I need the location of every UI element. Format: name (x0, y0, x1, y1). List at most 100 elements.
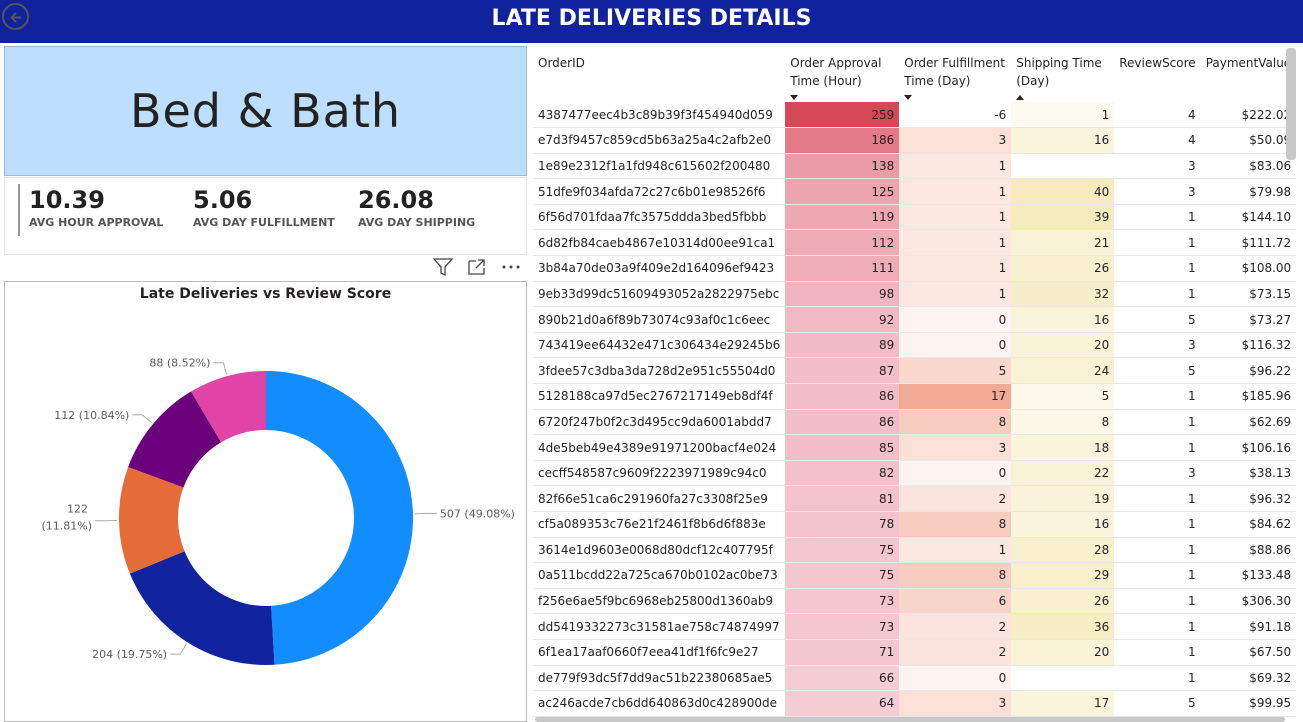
table-row[interactable]: 5128188ca97d5ec2767217149eb8df4f 86 17 5 1 $1… (533, 383, 1297, 410)
table-row[interactable]: e7d3f9457c859cd5b63a25a4c2afb2e0 186 3 16 4 $… (533, 127, 1297, 154)
table-row[interactable]: 51dfe9f034afda72c27c6b01e98526f6 125 1 40 3 $… (533, 178, 1297, 205)
payment-value-cell: $99.95 (1200, 690, 1297, 717)
fulfillment-time-cell: 8 (899, 409, 1012, 436)
approval-time-cell: 112 (785, 229, 900, 257)
shipping-time-cell: 26 (1011, 255, 1115, 282)
review-score-cell: 4 (1114, 102, 1201, 129)
table-row[interactable]: 4387477eec4b3c89b39f3f454940d059 259 -6 1 4 $… (533, 102, 1297, 129)
sort-descending-icon[interactable] (904, 95, 913, 100)
table-row[interactable]: 6d82fb84caeb4867e10314d00ee91ca1 112 1 21 1 $… (533, 229, 1297, 257)
order-id-cell: 1e89e2312f1a1fd948c615602f200480 (533, 153, 786, 180)
focus-mode-icon[interactable] (466, 257, 488, 277)
order-id-cell: e7d3f9457c859cd5b63a25a4c2afb2e0 (533, 127, 786, 154)
approval-time-cell: 81 (785, 485, 900, 512)
order-id-cell: cecff548587c9609f2223971989c94c0 (533, 460, 786, 487)
order-id-cell: 6d82fb84caeb4867e10314d00ee91ca1 (533, 229, 786, 257)
table-row[interactable]: 6f56d701fdaa7fc3575ddda3bed5fbbb 119 1 39 1 $… (533, 204, 1297, 231)
approval-time-cell: 73 (785, 613, 900, 640)
horizontal-scrollbar[interactable] (535, 717, 1285, 722)
fulfillment-time-cell: 0 (899, 332, 1012, 359)
column-header-label: Order Fulfillment Time (Day) (904, 56, 1005, 88)
donut-slice[interactable] (266, 371, 414, 665)
approval-time-cell: 92 (785, 306, 900, 333)
table-row[interactable]: 3b84a70de03a9f409e2d164096ef9423 111 1 26 1 $… (533, 255, 1297, 282)
more-options-icon[interactable] (500, 257, 522, 277)
payment-value-cell: $144.10 (1200, 204, 1297, 231)
table-row[interactable]: 890b21d0a6f89b73074c93af0c1c6eec 92 0 16 5 $7… (533, 306, 1297, 333)
table-row[interactable]: 6f1ea17aaf0660f7eea41df1f6fc9e27 71 2 20 1 $6… (533, 639, 1297, 666)
order-id-cell: 6f1ea17aaf0660f7eea41df1f6fc9e27 (533, 639, 786, 666)
approval-time-cell: 75 (785, 562, 900, 589)
filter-icon[interactable] (432, 257, 454, 277)
payment-value-cell: $67.50 (1200, 639, 1297, 666)
shipping-time-cell: 22 (1011, 460, 1115, 487)
approval-time-cell: 87 (785, 357, 900, 385)
approval-time-cell: 125 (785, 178, 900, 205)
shipping-time-cell: 28 (1011, 537, 1115, 564)
approval-time-cell: 75 (785, 537, 900, 564)
table-row[interactable]: ac246acde7cb6dd640863d0c428900de 64 3 17 5 $9… (533, 690, 1297, 717)
payment-value-cell: $84.62 (1200, 511, 1297, 538)
table-row[interactable]: cf5a089353c76e21f2461f8b6d6f883e 78 8 16 1 $8… (533, 511, 1297, 538)
fulfillment-time-cell: 8 (899, 562, 1012, 589)
order-id-cell: 82f66e51ca6c291960fa27c3308f25e9 (533, 485, 786, 512)
details-table-container: OrderID Order Approval Time (Hour) Order F… (529, 44, 1303, 722)
shipping-time-cell (1011, 665, 1115, 692)
column-header[interactable]: Order Approval Time (Hour) (785, 44, 899, 102)
column-header[interactable]: OrderID (533, 44, 785, 102)
approval-time-cell: 64 (785, 690, 900, 717)
kpi-label: AVG DAY FULFILLMENT (193, 216, 335, 229)
payment-value-cell: $306.30 (1200, 588, 1297, 615)
order-id-cell: 0a511bcdd22a725ca670b0102ac0be73 (533, 562, 786, 589)
kpi-label: AVG DAY SHIPPING (358, 216, 476, 229)
review-score-cell: 3 (1114, 153, 1201, 180)
shipping-time-cell: 20 (1011, 639, 1115, 666)
sort-ascending-icon[interactable] (1016, 95, 1025, 100)
review-score-cell: 1 (1114, 511, 1201, 538)
order-id-cell: 3b84a70de03a9f409e2d164096ef9423 (533, 255, 786, 282)
payment-value-cell: $62.69 (1200, 409, 1297, 436)
review-score-cell: 5 (1114, 306, 1201, 333)
table-row[interactable]: 82f66e51ca6c291960fa27c3308f25e9 81 2 19 1 $9… (533, 485, 1297, 512)
vertical-scrollbar[interactable] (1286, 48, 1296, 160)
fulfillment-time-cell: 0 (899, 460, 1012, 487)
fulfillment-time-cell: -6 (899, 102, 1012, 129)
review-score-cell: 1 (1114, 485, 1201, 512)
shipping-time-cell: 18 (1011, 434, 1115, 461)
shipping-time-cell (1011, 153, 1115, 180)
fulfillment-time-cell: 1 (899, 204, 1012, 231)
payment-value-cell: $50.09 (1200, 127, 1297, 154)
kpi-value: 10.39 (29, 186, 105, 214)
table-row[interactable]: f256e6ae5f9bc6968eb25800d1360ab9 73 6 26 1 $3… (533, 588, 1297, 615)
table-row[interactable]: 6720f247b0f2c3d495cc9da6001abdd7 86 8 8 1 $62… (533, 409, 1297, 436)
table-row[interactable]: cecff548587c9609f2223971989c94c0 82 0 22 3 $3… (533, 460, 1297, 487)
approval-time-cell: 85 (785, 434, 900, 461)
column-header[interactable]: ReviewScore (1114, 44, 1200, 102)
table-row[interactable]: 4de5beb49e4389e91971200bacf4e024 85 3 18 1 $1… (533, 434, 1297, 461)
table-row[interactable]: 3fdee57c3dba3da728d2e951c55504d0 87 5 24 5 $9… (533, 357, 1297, 385)
column-header[interactable]: PaymentValue (1201, 44, 1297, 102)
column-header[interactable]: Shipping Time (Day) (1011, 44, 1114, 102)
category-card[interactable]: Bed & Bath (4, 46, 527, 176)
table-row[interactable]: 1e89e2312f1a1fd948c615602f200480 138 1 3 $83… (533, 153, 1297, 180)
shipping-time-cell: 29 (1011, 562, 1115, 589)
order-id-cell: 743419ee64432e471c306434e29245b6 (533, 332, 786, 359)
slice-leader-line (170, 643, 187, 655)
table-row[interactable]: 0a511bcdd22a725ca670b0102ac0be73 75 8 29 1 $1… (533, 562, 1297, 589)
review-score-cell: 4 (1114, 127, 1201, 154)
shipping-time-cell: 21 (1011, 229, 1115, 257)
table-row[interactable]: 743419ee64432e471c306434e29245b6 89 0 20 3 $1… (533, 332, 1297, 359)
order-id-cell: 51dfe9f034afda72c27c6b01e98526f6 (533, 178, 786, 205)
kpi-label: AVG HOUR APPROVAL (29, 216, 164, 229)
sort-descending-icon[interactable] (790, 95, 799, 100)
review-score-cell: 1 (1114, 588, 1201, 615)
table-row[interactable]: 3614e1d9603e0068d80dcf12c407795f 75 1 28 1 $8… (533, 537, 1297, 564)
payment-value-cell: $111.72 (1200, 229, 1297, 257)
column-header[interactable]: Order Fulfillment Time (Day) (899, 44, 1011, 102)
table-row[interactable]: dd5419332273c31581ae758c74874997 73 2 36 1 $9… (533, 613, 1297, 640)
table-row[interactable]: 9eb33d99dc51609493052a2822975ebc 98 1 32 1 $7… (533, 281, 1297, 308)
shipping-time-cell: 8 (1011, 409, 1115, 436)
slice-leader-line (132, 414, 152, 423)
report-header: LATE DELIVERIES DETAILS (0, 0, 1303, 43)
table-row[interactable]: de779f93dc5f7dd9ac51b22380685ae5 66 0 1 $69.… (533, 665, 1297, 692)
